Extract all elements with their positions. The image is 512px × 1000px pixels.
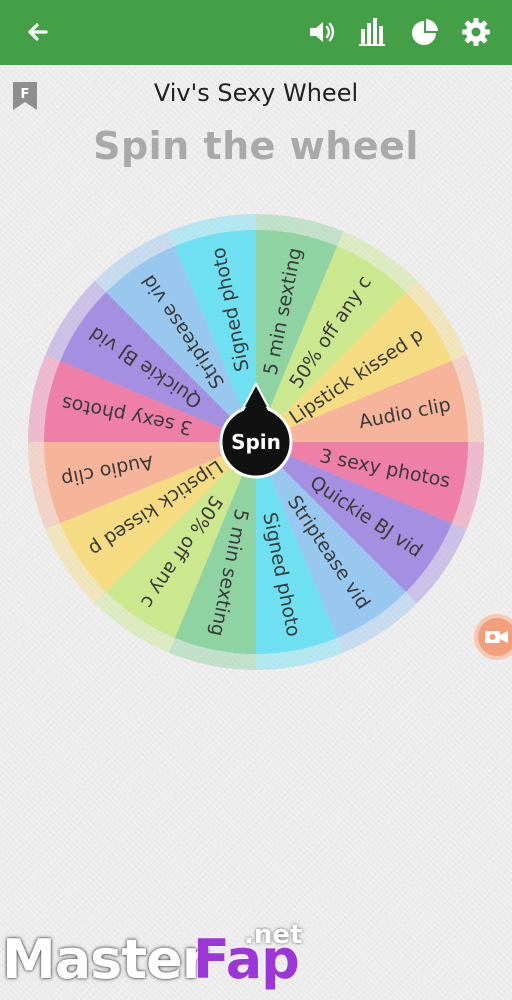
spin-label: Spin [231,430,281,454]
bar-chart-icon[interactable] [353,12,393,52]
app-bar [0,0,512,65]
page-heading: Spin the wheel [93,124,419,168]
bookmark-icon[interactable]: F [12,81,38,111]
back-arrow-icon[interactable] [18,12,58,52]
prize-wheel[interactable]: 5 min sexting50% off any cLipstick kisse… [24,210,488,674]
title-row: F Viv's Sexy Wheel [0,65,512,125]
bookmark-letter: F [21,87,30,102]
record-video-button[interactable] [474,614,512,660]
watermark-net: .net [244,920,303,950]
gear-icon[interactable] [456,12,496,52]
watermark-master: Master [2,928,208,991]
video-camera-icon [485,631,508,643]
volume-icon[interactable] [302,12,342,52]
watermark: Master Fap .net [0,900,512,1000]
wheel-name: Viv's Sexy Wheel [153,79,359,107]
pie-chart-icon[interactable] [404,12,444,52]
